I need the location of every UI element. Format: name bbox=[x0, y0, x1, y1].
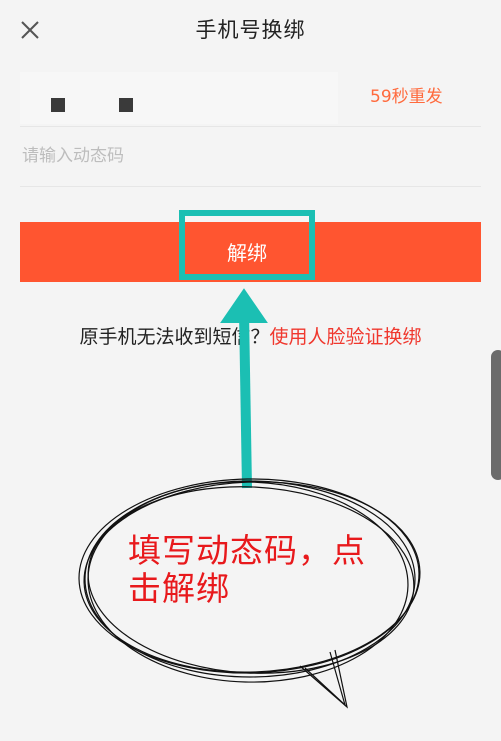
divider bbox=[20, 126, 481, 127]
header-bar: 手机号换绑 bbox=[0, 0, 501, 64]
unbind-button-label: 解绑 bbox=[227, 241, 267, 265]
page-title: 手机号换绑 bbox=[195, 18, 306, 42]
divider bbox=[20, 186, 481, 187]
masked-phone bbox=[20, 72, 338, 124]
arrow-head bbox=[220, 288, 268, 323]
scroll-handle[interactable] bbox=[491, 350, 501, 480]
mask-block bbox=[51, 98, 65, 112]
mask-block bbox=[119, 98, 133, 112]
resend-button[interactable]: 59秒重发 bbox=[370, 82, 443, 107]
code-input[interactable] bbox=[20, 136, 485, 176]
fallback-question: 原手机无法收到短信？ bbox=[79, 326, 270, 348]
fallback-line: 原手机无法收到短信？使用人脸验证换绑 bbox=[0, 322, 501, 349]
phone-row: 59秒重发 bbox=[0, 72, 501, 124]
annotation-text: 填写动态码，点击解绑 bbox=[128, 531, 366, 608]
face-verify-link[interactable]: 使用人脸验证换绑 bbox=[270, 326, 422, 348]
